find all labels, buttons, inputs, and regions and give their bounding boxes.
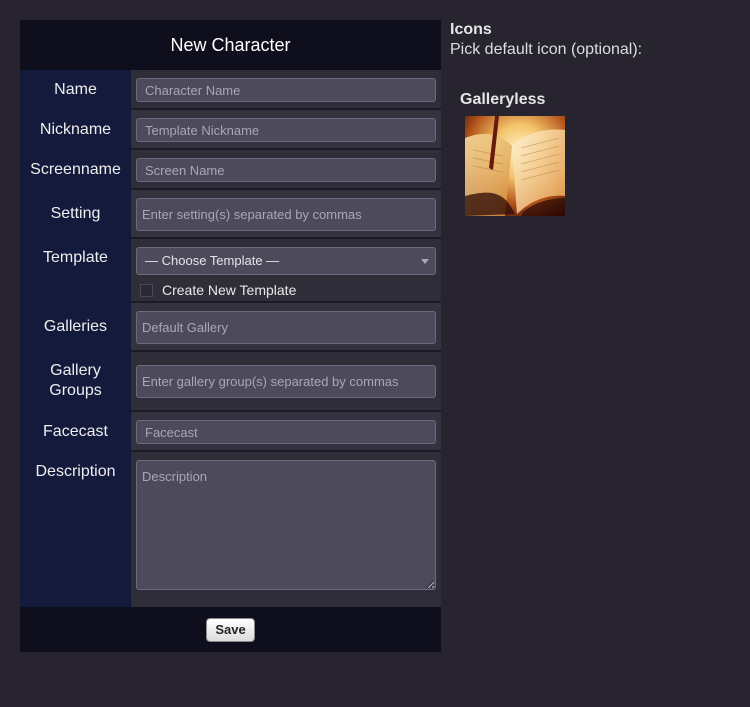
template-select[interactable]: — Choose Template — — [136, 247, 436, 275]
icons-panel: Icons Pick default icon (optional): Gall… — [450, 20, 740, 216]
chevron-down-icon — [421, 259, 429, 264]
template-row: Template — Choose Template — Create New … — [20, 239, 441, 303]
facecast-row: Facecast — [20, 412, 441, 452]
gallery-groups-label: Gallery Groups — [20, 352, 131, 412]
nickname-label: Nickname — [20, 110, 131, 150]
template-nickname-input[interactable] — [136, 118, 436, 142]
default-gallery-input[interactable] — [136, 311, 436, 344]
gallery-groups-row: Gallery Groups — [20, 352, 441, 412]
name-label: Name — [20, 70, 131, 110]
screen-name-input[interactable] — [136, 158, 436, 182]
template-select-value: — Choose Template — — [145, 253, 280, 268]
facecast-input[interactable] — [136, 420, 436, 444]
name-row: Name — [20, 70, 441, 110]
facecast-label: Facecast — [20, 412, 131, 452]
setting-row: Setting — [20, 190, 441, 239]
nickname-row: Nickname — [20, 110, 441, 150]
galleries-row: Galleries — [20, 303, 441, 352]
form-footer: Save — [20, 607, 441, 652]
icons-title: Icons — [450, 21, 492, 38]
icons-subtitle: Pick default icon (optional): — [450, 41, 643, 58]
setting-field-cell — [131, 190, 441, 239]
gallery-groups-input[interactable] — [136, 365, 436, 398]
new-character-form: New Character Name Nickname Screenname S… — [20, 20, 441, 652]
setting-input[interactable] — [136, 198, 436, 231]
name-field-cell — [131, 70, 441, 110]
gallery-name: Galleryless — [460, 91, 546, 108]
facecast-field-cell — [131, 412, 441, 452]
screenname-row: Screenname — [20, 150, 441, 190]
galleries-field-cell — [131, 303, 441, 352]
create-new-template-label: Create New Template — [162, 282, 297, 298]
create-new-template-option[interactable]: Create New Template — [136, 279, 436, 301]
template-field-cell: — Choose Template — Create New Template — [131, 239, 441, 303]
nickname-field-cell — [131, 110, 441, 150]
form-title: New Character — [20, 20, 441, 70]
description-field-cell — [131, 452, 441, 607]
screenname-label: Screenname — [20, 150, 131, 190]
setting-label: Setting — [20, 190, 131, 239]
create-new-template-checkbox[interactable] — [140, 283, 153, 297]
description-label: Description — [20, 452, 131, 607]
character-name-input[interactable] — [136, 78, 436, 102]
save-button[interactable]: Save — [206, 617, 255, 642]
template-label: Template — [20, 239, 131, 303]
description-textarea[interactable] — [136, 460, 436, 590]
gallery-groups-field-cell — [131, 352, 441, 412]
open-book-icon[interactable] — [465, 116, 565, 216]
screenname-field-cell — [131, 150, 441, 190]
description-row: Description — [20, 452, 441, 607]
galleries-label: Galleries — [20, 303, 131, 352]
